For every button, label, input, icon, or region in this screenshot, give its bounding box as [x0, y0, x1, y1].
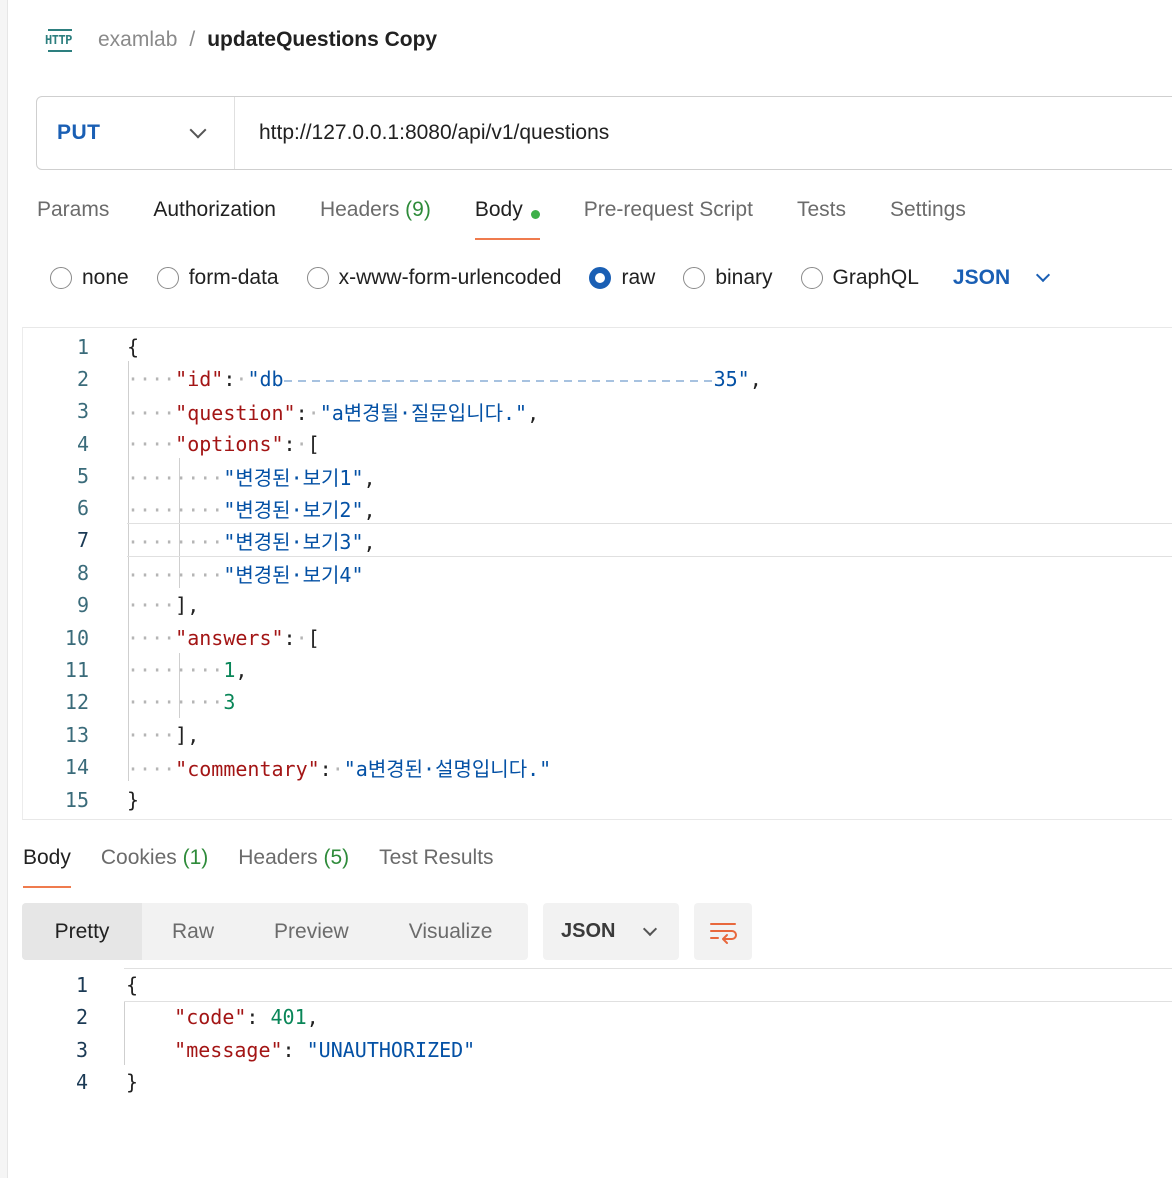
url-bar: PUT [36, 96, 1172, 170]
radio-raw[interactable]: raw [589, 266, 655, 290]
code-line: 14 ····"commentary":·"a변경된·설명입니다." [64, 755, 552, 781]
radio-circle-icon [800, 267, 823, 289]
response-tab-cookies[interactable]: Cookies (1) [101, 840, 208, 888]
code-line: 8 ········"변경된·보기4" [76, 561, 364, 587]
response-body-viewer[interactable]: 1 { 2 "code": 401, 3 "message": "UNAUTHO… [22, 968, 1172, 1098]
code-line: 4 } [75, 1070, 139, 1094]
breadcrumb-separator: / [189, 28, 196, 51]
postman-request-view: HTTP examlab / updateQuestions Copy PUT … [0, 0, 1172, 1178]
headers-count: (9) [405, 198, 431, 221]
body-indicator-dot [530, 210, 540, 219]
code-line-current: 7 ········"변경된·보기3", [23, 523, 1172, 557]
code-line: 15 } [64, 788, 140, 812]
sidebar-edge [0, 0, 8, 1178]
code-line: 6 ········"변경된·보기2", [76, 496, 376, 522]
url-input[interactable] [257, 120, 1057, 146]
radio-urlencoded[interactable]: x-www-form-urlencoded [306, 266, 561, 290]
response-tabs: Body Cookies (1) Headers (5) Test Result… [23, 840, 524, 890]
view-preview-button[interactable]: Preview [244, 903, 379, 960]
code-line: 2 ····"id":·"db 35", [76, 367, 762, 391]
radio-circle-icon [50, 267, 72, 289]
code-line: 10 ····"answers":·[ [64, 626, 320, 650]
tab-settings[interactable]: Settings [890, 192, 966, 240]
view-raw-button[interactable]: Raw [142, 903, 244, 960]
wrap-lines-icon [710, 922, 737, 944]
code-line: 5 ········"변경된·보기1", [76, 464, 376, 490]
tab-tests[interactable]: Tests [797, 192, 846, 240]
request-name[interactable]: updateQuestions Copy [207, 28, 437, 52]
code-line: 3 ····"question":·"a변경될·질문입니다.", [76, 399, 540, 425]
request-tabs: Params Authorization Headers (9) Body Pr… [37, 192, 1010, 242]
breadcrumb-collection[interactable]: examlab [98, 28, 177, 52]
response-format-select[interactable]: JSON [543, 903, 679, 960]
tab-params[interactable]: Params [37, 192, 109, 240]
response-tab-body[interactable]: Body [23, 840, 71, 888]
code-line: 3 "message": "UNAUTHORIZED" [75, 1038, 476, 1062]
radio-binary[interactable]: binary [683, 266, 773, 290]
request-body-editor[interactable]: 1 { 2 ····"id":·"db 35", 3 ····"question"… [22, 327, 1172, 820]
code-line: 1 { [76, 335, 140, 359]
response-tab-headers[interactable]: Headers (5) [238, 840, 349, 888]
radio-selected-icon [589, 267, 612, 289]
redacted-id [283, 379, 714, 382]
radio-circle-icon [306, 267, 329, 289]
http-request-icon: HTTP [44, 25, 78, 55]
code-line: 4 ····"options":·[ [76, 432, 320, 456]
chevron-down-icon [189, 121, 207, 139]
radio-none[interactable]: none [50, 266, 129, 290]
radio-form-data[interactable]: form-data [156, 266, 279, 290]
raw-format-select[interactable]: JSON [953, 266, 1051, 290]
radio-graphql[interactable]: GraphQL [800, 266, 919, 290]
current-line-highlight [124, 968, 1172, 1002]
response-tab-test-results[interactable]: Test Results [379, 840, 493, 888]
method-select[interactable]: PUT [37, 97, 235, 169]
tab-body[interactable]: Body [474, 192, 540, 240]
body-type-radios: none form-data x-www-form-urlencoded raw… [50, 258, 1051, 298]
code-line-current: 1 { [22, 968, 1172, 1002]
radio-circle-icon [156, 267, 179, 289]
chevron-down-icon [1036, 267, 1051, 283]
tab-pre-request-script[interactable]: Pre-request Script [584, 192, 753, 240]
response-view-toggle: Pretty Raw Preview Visualize [22, 903, 528, 960]
wrap-lines-button[interactable] [694, 903, 752, 960]
code-line: 13 ····], [64, 723, 200, 747]
code-line: 9 ····], [76, 593, 200, 617]
method-label: PUT [57, 121, 101, 144]
tab-authorization[interactable]: Authorization [153, 192, 276, 240]
tab-headers[interactable]: Headers (9) [320, 192, 431, 240]
radio-circle-icon [683, 267, 706, 289]
chevron-down-icon [643, 921, 658, 936]
view-pretty-button[interactable]: Pretty [22, 903, 142, 960]
breadcrumb: HTTP examlab / updateQuestions Copy [44, 20, 437, 60]
code-line: 2 "code": 401, [75, 1005, 319, 1029]
code-line: 12 ········3 [64, 690, 236, 714]
view-visualize-button[interactable]: Visualize [379, 903, 523, 960]
code-line: 11 ········1, [64, 658, 248, 682]
